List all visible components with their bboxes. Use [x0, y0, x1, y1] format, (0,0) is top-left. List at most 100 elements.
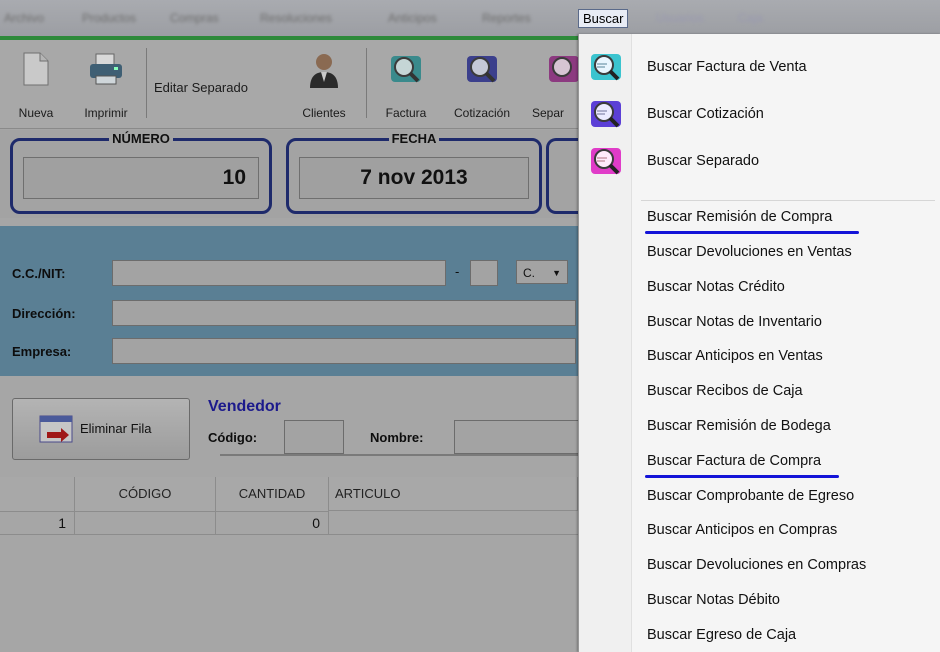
menu-caja[interactable]: Caja — [738, 11, 763, 25]
highlight-underline — [645, 231, 859, 234]
numero-title: NÚMERO — [109, 131, 173, 146]
row-number-cell[interactable]: 1 — [0, 512, 75, 535]
menu-item-label: Buscar Remisión de Compra — [647, 209, 833, 225]
menu-item-recibos-caja[interactable]: Buscar Recibos de Caja — [579, 376, 940, 406]
menu-item-label: Buscar Devoluciones en Ventas — [647, 244, 852, 260]
menu-item-notas-inventario[interactable]: Buscar Notas de Inventario — [579, 307, 940, 337]
search-layaway-pink-icon — [589, 146, 623, 176]
separado-label: Separ — [532, 106, 565, 120]
buscar-dropdown-menu: Buscar Factura de Venta Buscar Cotizació… — [578, 34, 940, 652]
clientes-button[interactable]: Clientes — [286, 40, 362, 126]
items-grid: CÓDIGO CANTIDAD ARTICULO 1 0 — [0, 477, 579, 652]
menu-item-egreso-caja[interactable]: Buscar Egreso de Caja — [579, 620, 940, 650]
menu-separator — [641, 200, 935, 201]
factura-label: Factura — [385, 106, 427, 120]
cotizacion-button[interactable]: Cotización — [440, 40, 524, 126]
delete-row-button[interactable]: Eliminar Fila — [12, 398, 190, 460]
ccnit-check-input[interactable] — [470, 260, 498, 286]
client-person-icon — [307, 52, 341, 91]
search-layaway-icon — [547, 52, 578, 89]
menu-item-label: Buscar Comprobante de Egreso — [647, 488, 855, 504]
cotizacion-label: Cotización — [453, 106, 511, 120]
nueva-button[interactable]: Nueva — [2, 40, 70, 126]
vendedor-nombre-input[interactable] — [454, 420, 582, 454]
numero-panel: NÚMERO 10 — [10, 131, 272, 214]
vendedor-codigo-input[interactable] — [284, 420, 344, 454]
delete-row-label: Eliminar Fila — [80, 421, 152, 436]
menu-productos[interactable]: Productos — [82, 11, 136, 25]
search-quote-purple-icon — [589, 99, 623, 129]
menu-item-label: Buscar Separado — [647, 153, 760, 169]
fecha-panel: FECHA 7 nov 2013 — [286, 131, 542, 214]
menu-item-anticipos-ventas[interactable]: Buscar Anticipos en Ventas — [579, 341, 940, 371]
menu-compras[interactable]: Compras — [170, 11, 219, 25]
highlight-underline — [645, 475, 839, 478]
chevron-down-icon: ▼ — [552, 268, 561, 278]
menu-item-label: Buscar Recibos de Caja — [647, 383, 803, 399]
vendedor-title: Vendedor — [208, 398, 281, 415]
menu-item-remision-bodega[interactable]: Buscar Remisión de Bodega — [579, 411, 940, 441]
articulo-cell[interactable] — [329, 512, 579, 535]
grid-corner-header — [0, 477, 75, 512]
menu-resoluciones[interactable]: Resoluciones — [260, 11, 332, 25]
menu-item-label: Buscar Notas Débito — [647, 592, 780, 608]
menu-item-label: Buscar Factura de Venta — [647, 59, 807, 75]
menu-item-anticipos-compras[interactable]: Buscar Anticipos en Compras — [579, 515, 940, 545]
menu-item-label: Buscar Notas Crédito — [647, 279, 785, 295]
empresa-input[interactable] — [112, 338, 576, 364]
menu-item-devoluciones-compras[interactable]: Buscar Devoluciones en Compras — [579, 550, 940, 580]
menu-item-remision-compra[interactable]: Buscar Remisión de Compra — [579, 202, 940, 234]
menu-item-notas-debito[interactable]: Buscar Notas Débito — [579, 585, 940, 615]
menu-item-devoluciones-ventas[interactable]: Buscar Devoluciones en Ventas — [579, 237, 940, 267]
toolbar-separator — [366, 48, 367, 118]
nueva-label: Nueva — [18, 106, 54, 120]
factura-button[interactable]: Factura — [372, 40, 440, 126]
col-codigo-header[interactable]: CÓDIGO — [75, 477, 216, 512]
separado-button[interactable]: Separ — [526, 40, 578, 126]
id-type-select[interactable]: C. ▼ — [516, 260, 568, 284]
menu-item-label: Buscar Egreso de Caja — [647, 627, 797, 643]
menu-item-label: Buscar Cotización — [647, 106, 764, 122]
divider — [220, 454, 578, 456]
new-document-icon — [21, 52, 51, 89]
menu-usuarios[interactable]: Usuarios — [656, 11, 703, 25]
menu-item-label: Buscar Notas de Inventario — [647, 314, 822, 330]
menu-anticipos[interactable]: Anticipos — [388, 11, 437, 25]
search-invoice-icon — [389, 52, 423, 89]
ccnit-label: C.C./NIT: — [12, 266, 66, 281]
col-cantidad-header[interactable]: CANTIDAD — [216, 477, 329, 512]
menu-item-label: Buscar Anticipos en Compras — [647, 522, 838, 538]
numero-value: 10 — [23, 157, 259, 199]
dash-label: - — [455, 264, 460, 279]
clientes-label: Clientes — [302, 106, 346, 120]
document-header: NÚMERO 10 FECHA 7 nov 2013 — [0, 130, 609, 218]
delete-row-icon — [39, 415, 73, 446]
menu-archivo[interactable]: Archivo — [4, 11, 44, 25]
menu-reportes[interactable]: Reportes — [482, 11, 531, 25]
menu-item-comprobante-egreso[interactable]: Buscar Comprobante de Egreso — [579, 481, 940, 511]
imprimir-button[interactable]: Imprimir — [72, 40, 140, 126]
menu-buscar[interactable]: Buscar — [578, 9, 629, 28]
nombre-label: Nombre: — [370, 430, 424, 445]
printer-icon — [88, 52, 124, 89]
ccnit-input[interactable] — [112, 260, 446, 286]
menu-item-label: Buscar Devoluciones en Compras — [647, 557, 867, 573]
menu-item-notas-credito[interactable]: Buscar Notas Crédito — [579, 272, 940, 302]
direccion-input[interactable] — [112, 300, 576, 326]
menu-item-cotizacion[interactable]: Buscar Cotización — [579, 99, 940, 129]
imprimir-label: Imprimir — [84, 106, 128, 120]
menu-item-separado[interactable]: Buscar Separado — [579, 146, 940, 176]
direccion-label: Dirección: — [12, 306, 76, 321]
menu-item-factura-compra[interactable]: Buscar Factura de Compra — [579, 446, 940, 478]
fecha-title: FECHA — [388, 131, 440, 146]
search-invoice-cyan-icon — [589, 52, 623, 82]
col-articulo-header[interactable]: ARTICULO — [329, 477, 578, 511]
client-section: C.C./NIT: - C. ▼ Dirección: Empresa: — [0, 226, 578, 376]
menu-item-label: Buscar Factura de Compra — [647, 453, 822, 469]
editar-separado-link[interactable]: Editar Separado — [154, 80, 248, 95]
cantidad-cell[interactable]: 0 — [216, 512, 329, 535]
empresa-label: Empresa: — [12, 344, 72, 359]
codigo-cell[interactable] — [75, 512, 216, 535]
detail-section: Eliminar Fila Vendedor Código: Nombre: C… — [0, 380, 582, 652]
menu-item-factura-venta[interactable]: Buscar Factura de Venta — [579, 52, 940, 82]
